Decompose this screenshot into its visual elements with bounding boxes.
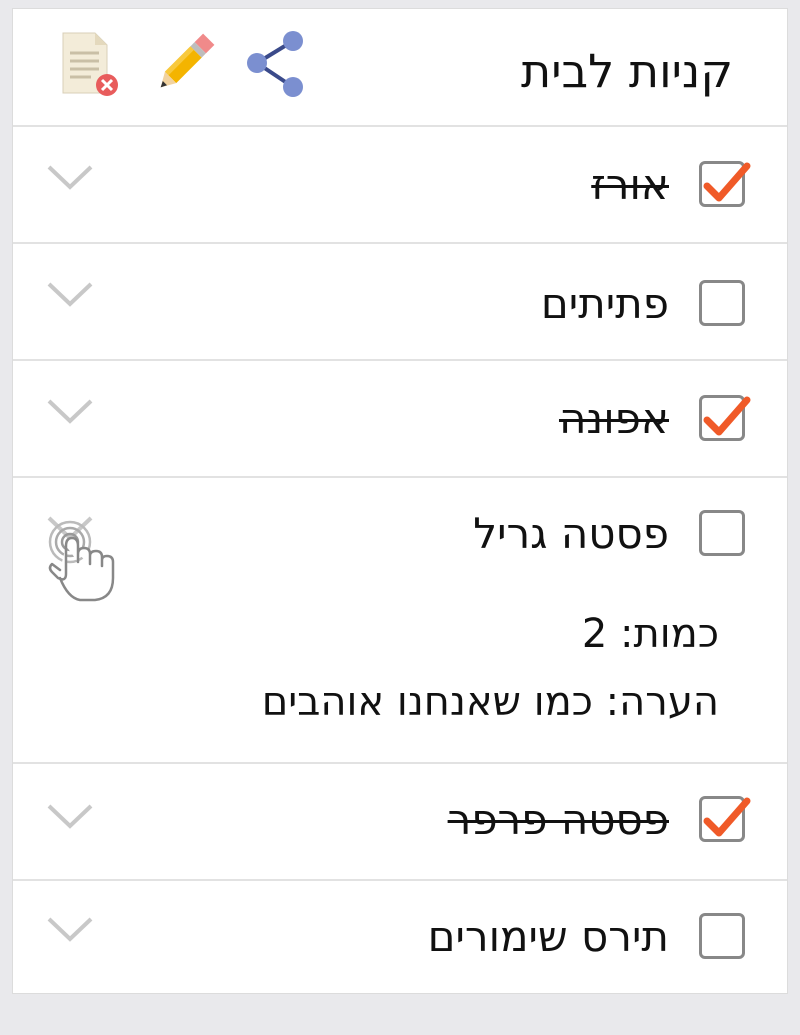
shopping-list-card: קניות לבית אורז פתיתים אפונה פסטה גריל כ… [12,8,788,994]
item-label: פתיתים [540,279,669,328]
item-label: תירס שימורים [427,912,669,961]
item-checkbox[interactable] [699,280,745,326]
list-item[interactable]: תירס שימורים [13,881,787,995]
list-item[interactable]: אפונה [13,361,787,478]
item-checkbox[interactable] [699,395,751,441]
item-label: פסטה גריל [473,509,669,558]
chevron-down-icon[interactable] [45,915,95,943]
list-item[interactable]: פתיתים [13,244,787,361]
chevron-down-icon[interactable] [45,802,95,830]
list-title: קניות לבית [521,44,733,98]
item-label: פסטה פרפר [447,795,669,844]
list-header: קניות לבית [13,9,787,127]
list-item[interactable]: אורז [13,127,787,244]
item-checkbox[interactable] [699,510,745,556]
item-checkbox[interactable] [699,796,751,842]
share-icon[interactable] [241,27,311,101]
item-quantity: כמות: 2 [581,611,719,657]
list-item[interactable]: פסטה פרפר [13,764,787,881]
chevron-down-icon[interactable] [45,397,95,425]
item-checkbox[interactable] [699,161,751,207]
checkmark-icon [703,162,751,202]
checkmark-icon [703,396,751,436]
item-note: הערה: כמו שאנחנו אוהבים [261,679,719,725]
chevron-down-icon[interactable] [45,163,95,191]
tap-hand-icon [48,520,115,602]
item-label: אפונה [558,394,669,443]
item-checkbox[interactable] [699,913,745,959]
delete-list-icon[interactable] [57,27,127,101]
chevron-down-icon[interactable] [45,280,95,308]
item-label: אורז [591,160,669,209]
checkmark-icon [703,797,751,837]
pencil-icon[interactable] [149,27,219,101]
